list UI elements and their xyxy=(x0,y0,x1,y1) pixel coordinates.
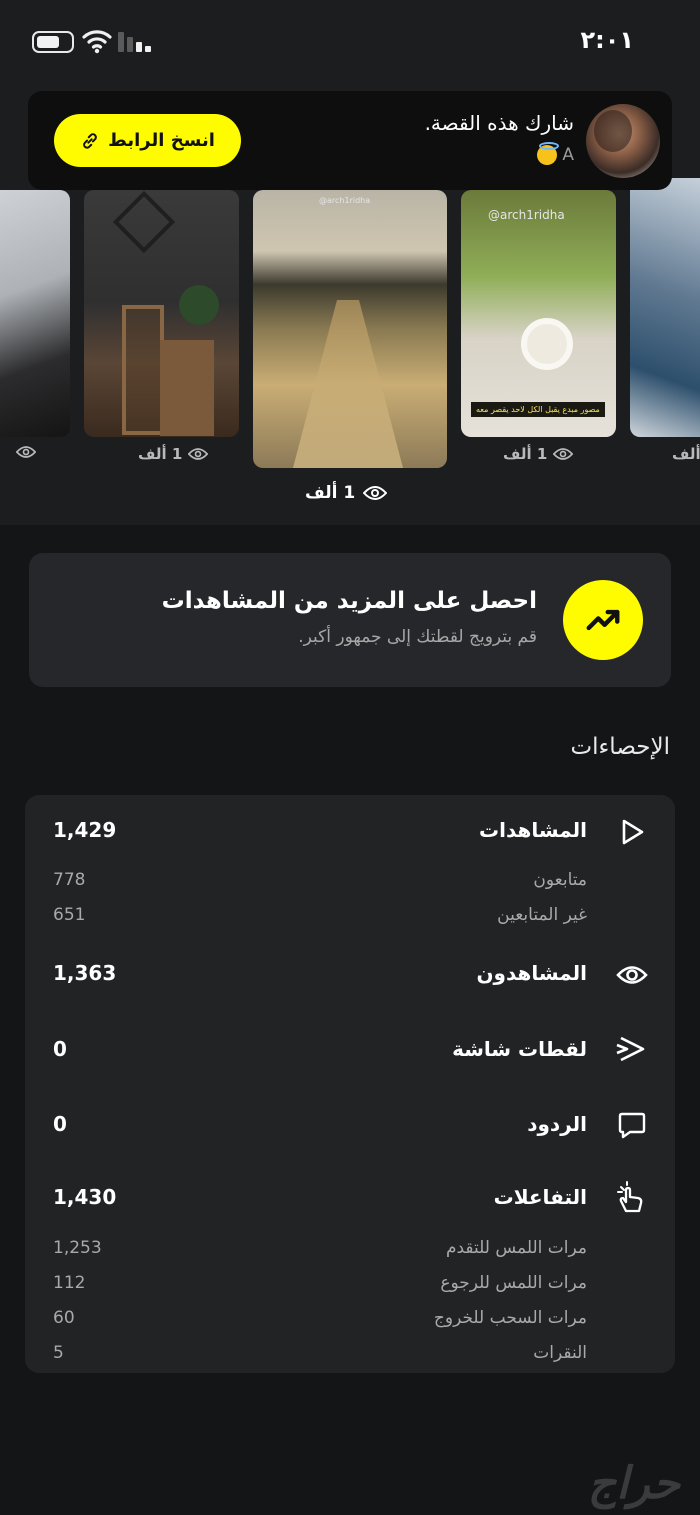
cellular-signal-icon xyxy=(118,32,152,52)
copy-link-label: انسخ الرابط xyxy=(108,130,215,151)
share-subtitle-text: A xyxy=(562,145,574,165)
thumbnail-views: ألف xyxy=(672,445,700,463)
stats-card: المشاهدات 1,429 متابعون 778 غير المتابعي… xyxy=(25,795,675,1373)
eye-icon xyxy=(188,448,209,460)
thumbnail-views xyxy=(10,445,36,459)
story-thumbnail[interactable]: @arch1ridha مصور مبدع يقبل الكل لاحد يقص… xyxy=(461,190,616,437)
share-story-card: شارك هذه القصة. A انسخ الرابط xyxy=(28,91,672,190)
sub-stat-value: 651 xyxy=(53,905,86,925)
story-thumbnail-selected[interactable]: @arch1ridha xyxy=(253,190,447,468)
story-thumbnail[interactable] xyxy=(84,190,239,437)
trending-up-icon xyxy=(563,580,643,660)
stat-label: لقطات شاشة xyxy=(452,1037,587,1061)
selected-story-views: 1 ألف xyxy=(305,483,388,503)
share-subtitle: A xyxy=(531,142,574,165)
avatar[interactable] xyxy=(586,104,660,178)
plant xyxy=(179,285,219,325)
coffee-cup xyxy=(521,318,573,370)
eye-icon xyxy=(363,486,388,500)
promo-title: احصل على المزيد من المشاهدات xyxy=(161,588,537,614)
stat-label: المشاهدون xyxy=(476,961,587,985)
sub-stat-label: النقرات xyxy=(533,1343,587,1363)
stat-value: 1,363 xyxy=(53,961,117,985)
sub-stat-value: 778 xyxy=(53,870,86,890)
eye-icon xyxy=(615,958,649,992)
halo-emoji-icon xyxy=(536,142,559,165)
status-time: ٢:٠١ xyxy=(580,26,634,54)
stat-value: 0 xyxy=(53,1112,67,1136)
stat-value: 1,429 xyxy=(53,818,117,842)
sub-stat-value: 5 xyxy=(53,1343,64,1363)
screenshot-icon xyxy=(615,1032,649,1066)
link-icon xyxy=(83,132,97,149)
thumbnail-caption: مصور مبدع يقبل الكل لاحد يقصر معه xyxy=(471,402,605,417)
share-title: شارك هذه القصة. xyxy=(424,111,574,135)
eye-icon xyxy=(16,446,36,458)
status-bar: ٢:٠١ xyxy=(0,0,700,80)
sub-stat-label: مرات اللمس للتقدم xyxy=(445,1238,587,1258)
thumbnail-views: 1 ألف xyxy=(138,445,209,463)
promo-subtitle: قم بترويج لقطتك إلى جمهور أكبر. xyxy=(298,627,537,647)
tap-hand-icon xyxy=(615,1181,649,1215)
wall-decor xyxy=(112,190,176,254)
path xyxy=(293,300,403,468)
stat-value: 0 xyxy=(53,1037,67,1061)
cabinet xyxy=(160,340,214,436)
reply-icon xyxy=(615,1108,649,1142)
sub-stat-value: 112 xyxy=(53,1273,86,1293)
sub-stat-label: متابعون xyxy=(533,870,587,890)
shelf xyxy=(122,305,164,435)
copy-link-button[interactable]: انسخ الرابط xyxy=(54,114,241,167)
sub-stat-label: غير المتابعين xyxy=(497,905,587,925)
sub-stat-label: مرات اللمس للرجوع xyxy=(440,1273,587,1293)
sub-stat-value: 60 xyxy=(53,1308,75,1328)
promote-card[interactable]: احصل على المزيد من المشاهدات قم بترويج ل… xyxy=(29,553,671,687)
haraj-watermark-logo: حراج xyxy=(587,1458,680,1509)
story-thumbnail[interactable] xyxy=(0,190,70,437)
story-thumbnail[interactable] xyxy=(630,178,700,437)
stat-value: 1,430 xyxy=(53,1185,117,1209)
thumbnail-watermark: @arch1ridha xyxy=(319,196,371,205)
stat-label: الردود xyxy=(527,1112,587,1136)
sub-stat-label: مرات السحب للخروج xyxy=(433,1308,587,1328)
eye-icon xyxy=(553,448,574,460)
stat-label: المشاهدات xyxy=(478,818,587,842)
thumbnail-views: 1 ألف xyxy=(503,445,574,463)
play-icon xyxy=(615,815,649,849)
stats-section-title: الإحصاءات xyxy=(570,734,670,760)
thumbnail-watermark: @arch1ridha xyxy=(488,208,565,222)
battery-nub xyxy=(32,31,74,53)
stat-label: التفاعلات xyxy=(493,1185,587,1209)
sub-stat-value: 1,253 xyxy=(53,1238,102,1258)
wifi-icon xyxy=(82,30,112,54)
